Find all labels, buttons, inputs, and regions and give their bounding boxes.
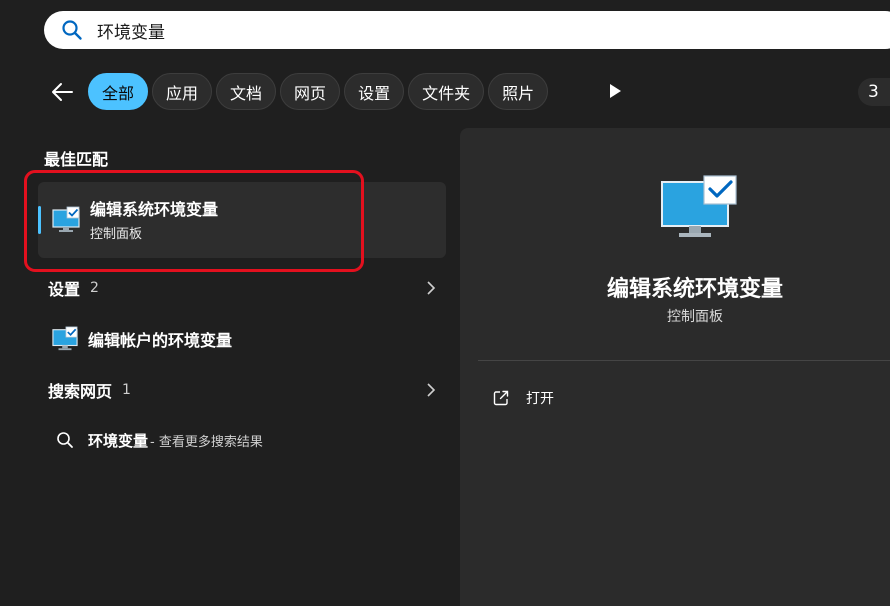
play-icon (610, 84, 621, 98)
tab-documents[interactable]: 文档 (216, 73, 277, 110)
preview-pane: 编辑系统环境变量 控制面板 打开 (460, 128, 890, 606)
monitor-check-icon (52, 206, 80, 238)
results-list: 最佳匹配 编辑系统环境变量 控制面板 设置 2 编辑帐户的环境变量 搜索网页 1… (0, 128, 456, 606)
best-match-title: 编辑系统环境变量 (90, 200, 219, 219)
tab-folders[interactable]: 文件夹 (408, 73, 485, 110)
filter-tabs: 全部 应用 文档 网页 设置 文件夹 照片 (88, 73, 549, 110)
settings-group-count: 2 (90, 280, 99, 296)
search-bar[interactable] (44, 11, 890, 49)
best-match-subtitle: 控制面板 (90, 227, 143, 242)
tab-settings[interactable]: 设置 (344, 73, 405, 110)
back-button[interactable] (48, 80, 76, 104)
tab-all[interactable]: 全部 (88, 73, 149, 110)
divider (478, 360, 890, 361)
more-filters-button[interactable] (608, 83, 622, 103)
web-search-suffix: - 查看更多搜索结果 (150, 434, 263, 450)
web-group-header[interactable]: 搜索网页 1 (38, 372, 446, 408)
chevron-right-icon (426, 382, 436, 402)
web-group-label: 搜索网页 (48, 382, 113, 401)
open-action[interactable]: 打开 (492, 384, 554, 412)
tab-photos[interactable]: 照片 (488, 73, 549, 110)
preview-title: 编辑系统环境变量 (606, 277, 783, 302)
search-input[interactable] (97, 20, 797, 40)
chevron-right-icon (426, 280, 436, 300)
open-label: 打开 (526, 391, 554, 407)
tab-apps[interactable]: 应用 (152, 73, 213, 110)
settings-result-item[interactable]: 编辑帐户的环境变量 (52, 319, 460, 359)
open-external-icon (492, 389, 510, 407)
back-arrow-icon (52, 83, 73, 101)
web-search-item[interactable]: 环境变量 - 查看更多搜索结果 (56, 420, 464, 460)
search-icon (61, 19, 83, 41)
monitor-check-icon (52, 326, 78, 352)
monitor-check-icon (660, 174, 738, 246)
settings-result-label: 编辑帐户的环境变量 (88, 331, 233, 350)
search-icon (56, 431, 74, 449)
web-group-count: 1 (122, 382, 131, 398)
tab-web[interactable]: 网页 (280, 73, 341, 110)
best-match-item[interactable]: 编辑系统环境变量 控制面板 (38, 182, 446, 258)
settings-group-header[interactable]: 设置 2 (38, 270, 446, 306)
best-match-heading: 最佳匹配 (44, 150, 109, 169)
settings-group-label: 设置 (48, 280, 81, 299)
count-badge[interactable]: 3 (858, 78, 890, 106)
web-search-query: 环境变量 (88, 431, 149, 450)
selection-indicator (38, 206, 41, 234)
preview-subtitle: 控制面板 (667, 309, 723, 325)
filter-row: 全部 应用 文档 网页 设置 文件夹 照片 3 (0, 72, 890, 112)
